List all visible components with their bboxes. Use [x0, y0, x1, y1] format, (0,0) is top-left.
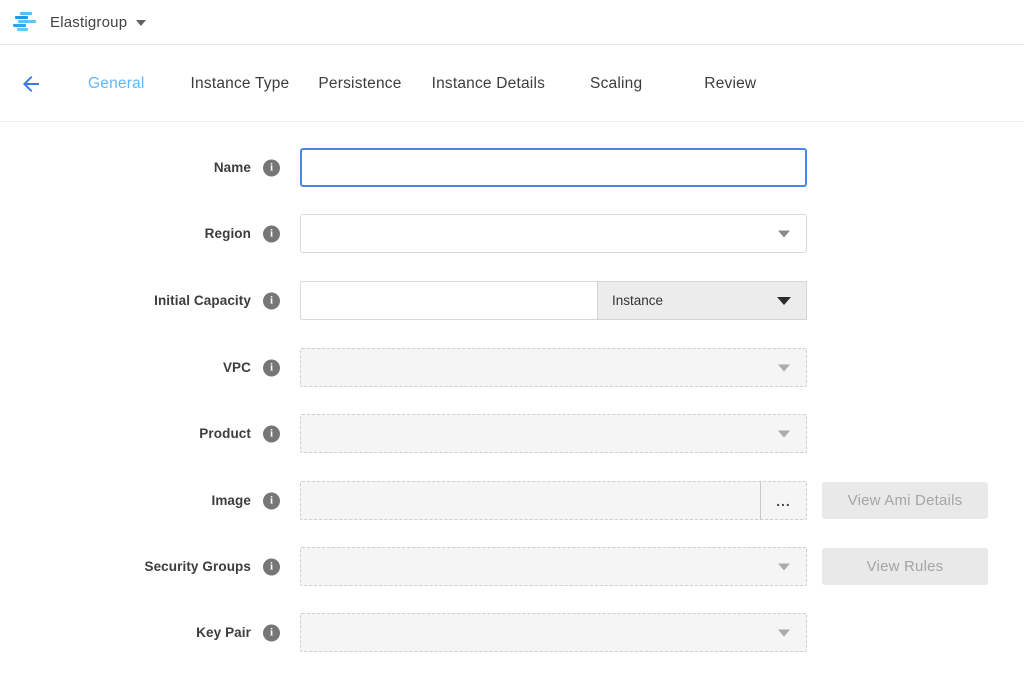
tab-persistence[interactable]: Persistence — [318, 75, 401, 93]
region-select[interactable] — [300, 214, 807, 253]
field-row-image: Image i ... View Ami Details — [0, 481, 1024, 520]
image-browse-button[interactable]: ... — [760, 482, 806, 519]
image-label: Image — [0, 481, 251, 520]
info-glyph: i — [270, 362, 273, 374]
info-icon[interactable]: i — [263, 159, 280, 176]
chevron-down-icon — [777, 297, 791, 305]
name-label: Name — [0, 148, 251, 187]
field-row-key-pair: Key Pair i — [0, 613, 1024, 652]
tab-general[interactable]: General — [88, 75, 145, 93]
info-glyph: i — [270, 561, 273, 573]
wizard-tab-bar: General Instance Type Persistence Instan… — [0, 46, 1024, 122]
tab-review[interactable]: Review — [704, 75, 756, 93]
general-form: Name i Region i Initial Capacity i Insta… — [0, 123, 1024, 688]
vpc-label: VPC — [0, 348, 251, 387]
field-row-product: Product i — [0, 414, 1024, 453]
info-glyph: i — [270, 162, 273, 174]
info-icon[interactable]: i — [263, 425, 280, 442]
product-select[interactable] — [300, 414, 807, 453]
image-input-value — [301, 482, 760, 519]
back-button[interactable] — [18, 71, 44, 97]
info-glyph: i — [270, 428, 273, 440]
chevron-down-icon — [778, 629, 790, 636]
region-label: Region — [0, 214, 251, 253]
field-row-security-groups: Security Groups i View Rules — [0, 547, 1024, 586]
info-icon[interactable]: i — [263, 624, 280, 641]
initial-capacity-label: Initial Capacity — [0, 281, 251, 320]
product-label: Product — [0, 414, 251, 453]
security-groups-label: Security Groups — [0, 547, 251, 586]
view-ami-details-button[interactable]: View Ami Details — [822, 482, 988, 519]
app-switcher[interactable]: Elastigroup — [12, 10, 146, 34]
capacity-unit-value: Instance — [612, 293, 663, 308]
field-row-vpc: VPC i — [0, 348, 1024, 387]
info-icon[interactable]: i — [263, 225, 280, 242]
info-icon[interactable]: i — [263, 292, 280, 309]
info-glyph: i — [270, 228, 273, 240]
tab-instance-type[interactable]: Instance Type — [191, 75, 290, 93]
tab-scaling[interactable]: Scaling — [590, 75, 642, 93]
back-arrow-icon — [19, 72, 43, 96]
tab-instance-details[interactable]: Instance Details — [432, 75, 545, 93]
security-groups-select[interactable] — [300, 547, 807, 586]
app-name: Elastigroup — [50, 14, 127, 31]
info-icon[interactable]: i — [263, 492, 280, 509]
info-glyph: i — [270, 627, 273, 639]
info-glyph: i — [270, 295, 273, 307]
field-row-initial-capacity: Initial Capacity i Instance — [0, 281, 1024, 320]
info-glyph: i — [270, 495, 273, 507]
vpc-select[interactable] — [300, 348, 807, 387]
chevron-down-icon — [778, 430, 790, 437]
field-row-name: Name i — [0, 148, 1024, 187]
key-pair-label: Key Pair — [0, 613, 251, 652]
view-rules-button[interactable]: View Rules — [822, 548, 988, 585]
name-input[interactable] — [300, 148, 807, 187]
image-input[interactable]: ... — [300, 481, 807, 520]
initial-capacity-input[interactable] — [300, 281, 597, 320]
capacity-unit-select[interactable]: Instance — [597, 281, 807, 320]
elastigroup-logo-icon — [12, 10, 40, 34]
field-row-region: Region i — [0, 214, 1024, 253]
info-icon[interactable]: i — [263, 558, 280, 575]
chevron-down-icon — [778, 563, 790, 570]
chevron-down-icon — [136, 20, 146, 26]
key-pair-select[interactable] — [300, 613, 807, 652]
chevron-down-icon — [778, 364, 790, 371]
chevron-down-icon — [778, 230, 790, 237]
top-bar: Elastigroup — [0, 0, 1024, 45]
info-icon[interactable]: i — [263, 359, 280, 376]
